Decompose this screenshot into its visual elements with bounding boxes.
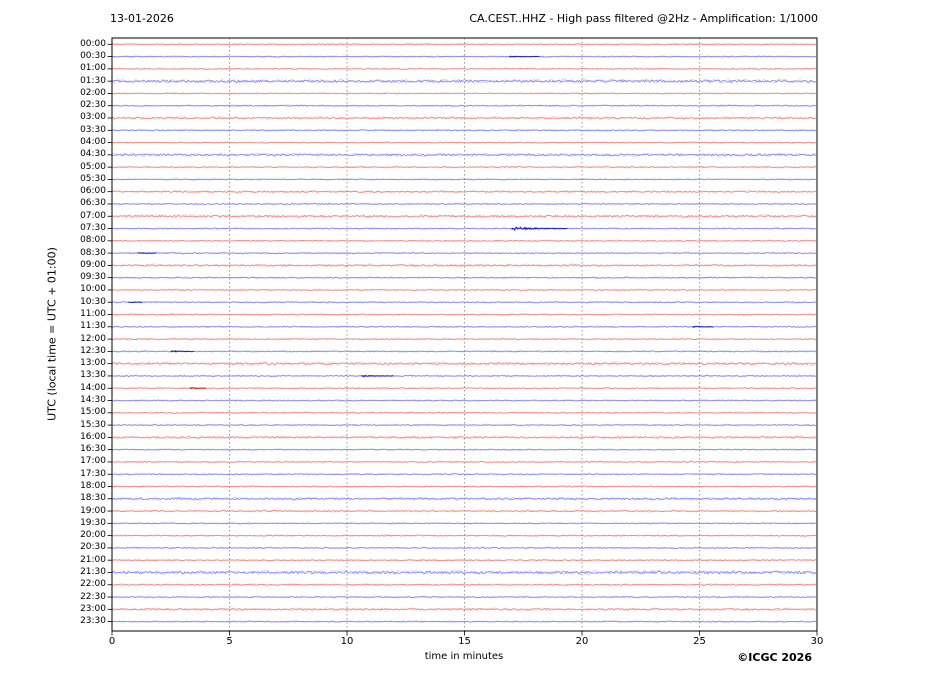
y-axis-label: 09:00 [80, 261, 106, 270]
y-axis-label: 12:00 [80, 335, 106, 344]
y-axis-label: 19:00 [80, 507, 106, 516]
y-axis-label: 23:00 [80, 605, 106, 614]
y-axis-label: 21:30 [80, 568, 106, 577]
x-axis-label: 20 [576, 637, 589, 647]
helicorder-page: 13-01-2026 CA.CEST..HHZ - High pass filt… [0, 0, 927, 696]
y-axis-title: UTC (local time = UTC + 01:00) [46, 247, 59, 421]
y-axis-label: 14:00 [80, 384, 106, 393]
x-axis-label: 30 [811, 637, 824, 647]
y-axis-label: 16:30 [80, 445, 106, 454]
trace-0830-event [138, 253, 157, 254]
copyright-credit: ©ICGC 2026 [737, 651, 812, 664]
y-axis-label: 19:30 [80, 519, 106, 528]
y-axis-label: 02:00 [80, 89, 106, 98]
y-axis-label: 06:30 [80, 199, 106, 208]
y-axis-label: 03:00 [80, 113, 106, 122]
y-axis-label: 01:00 [80, 64, 106, 73]
y-axis-label: 17:30 [80, 470, 106, 479]
y-axis-label: 22:00 [80, 580, 106, 589]
y-axis-label: 06:00 [80, 187, 106, 196]
y-axis-label: 11:30 [80, 322, 106, 331]
y-axis-label: 05:00 [80, 163, 106, 172]
trace-1030-event [128, 302, 142, 303]
x-axis-label: 0 [109, 637, 115, 647]
x-axis-label: 10 [341, 637, 354, 647]
y-axis-label: 15:00 [80, 408, 106, 417]
y-axis-label: 04:30 [80, 150, 106, 159]
y-axis-label: 10:00 [80, 285, 106, 294]
y-axis-label: 15:30 [80, 421, 106, 430]
y-axis-label: 08:00 [80, 236, 106, 245]
y-axis-label: 13:00 [80, 359, 106, 368]
y-axis-label: 00:30 [80, 52, 106, 61]
y-axis-label: 18:00 [80, 482, 106, 491]
y-axis-label: 20:00 [80, 531, 106, 540]
y-axis-label: 11:00 [80, 310, 106, 319]
y-axis-label: 05:30 [80, 175, 106, 184]
y-axis-label: 18:30 [80, 494, 106, 503]
x-axis-label: 5 [226, 637, 232, 647]
y-axis-label: 12:30 [80, 347, 106, 356]
x-axis-label: 25 [693, 637, 706, 647]
y-axis-label: 03:30 [80, 126, 106, 135]
seismogram-plot-area [0, 0, 927, 696]
y-axis-label: 07:00 [80, 212, 106, 221]
y-axis-label: 10:30 [80, 298, 106, 307]
y-axis-label: 00:00 [80, 40, 106, 49]
y-axis-label: 20:30 [80, 543, 106, 552]
y-axis-label: 22:30 [80, 593, 106, 602]
y-axis-label: 21:00 [80, 556, 106, 565]
y-axis-label: 02:30 [80, 101, 106, 110]
y-axis-label: 01:30 [80, 77, 106, 86]
y-axis-label: 13:30 [80, 371, 106, 380]
y-axis-label: 08:30 [80, 249, 106, 258]
y-axis-label: 07:30 [80, 224, 106, 233]
x-axis-title: time in minutes [425, 651, 504, 662]
y-axis-label: 14:30 [80, 396, 106, 405]
y-axis-label: 09:30 [80, 273, 106, 282]
y-axis-label: 23:30 [80, 617, 106, 626]
y-axis-label: 04:00 [80, 138, 106, 147]
y-axis-label: 16:00 [80, 433, 106, 442]
y-axis-label: 17:00 [80, 457, 106, 466]
x-axis-label: 15 [458, 637, 471, 647]
